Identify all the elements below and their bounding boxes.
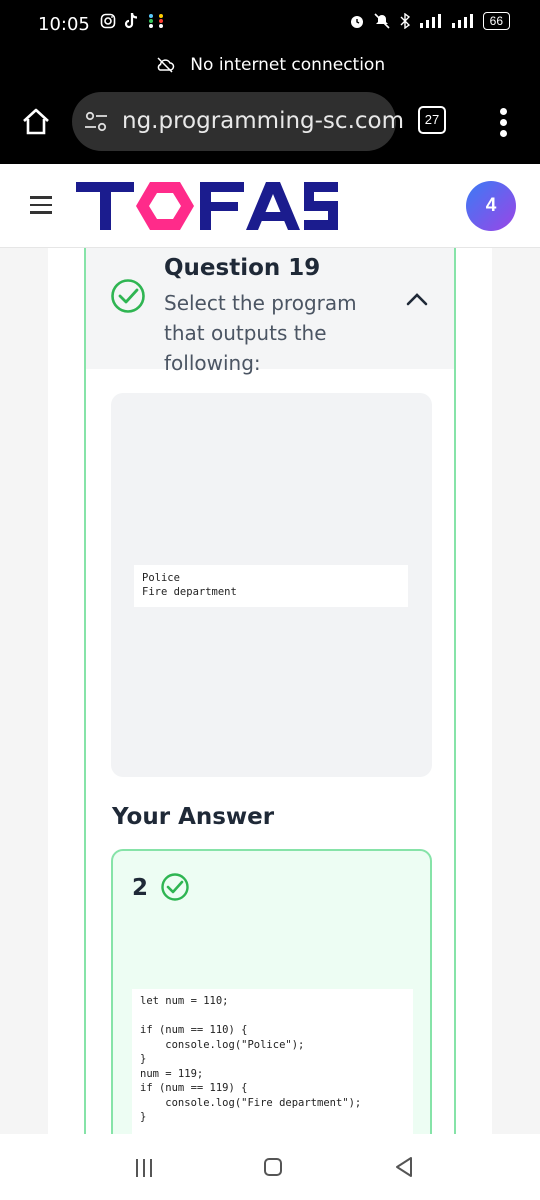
- status-time: 10:05: [38, 14, 90, 35]
- tiktok-icon: [124, 12, 138, 29]
- question-header[interactable]: Question 19 Select the program that outp…: [86, 248, 454, 375]
- status-left-icons: [100, 12, 164, 30]
- answer-number: 2: [132, 875, 149, 901]
- home-icon[interactable]: [20, 106, 52, 138]
- recents-button[interactable]: [136, 1159, 154, 1177]
- page-content: Question 19 Select the program that outp…: [0, 248, 540, 1134]
- question-title: Question 19: [164, 255, 321, 281]
- user-avatar[interactable]: 4: [466, 181, 516, 231]
- answer-code: let num = 110; if (num == 110) { console…: [132, 989, 413, 1134]
- no-internet-banner: No internet connection: [0, 50, 540, 80]
- hamburger-menu-icon[interactable]: [30, 196, 52, 214]
- status-right-icons: 66: [349, 12, 510, 30]
- tofas-logo[interactable]: [76, 178, 338, 234]
- correct-check-icon: [111, 279, 145, 313]
- expected-output-text: Police Fire department: [134, 565, 408, 607]
- expected-output-box: Police Fire department: [111, 393, 432, 777]
- question-card: Question 19 Select the program that outp…: [84, 248, 456, 1134]
- dots-grid-icon: [149, 14, 163, 28]
- signal-icon-2: [451, 14, 473, 28]
- your-answer-heading: Your Answer: [112, 804, 275, 830]
- alarm-icon: [350, 16, 363, 28]
- tab-switcher-button[interactable]: 27: [418, 106, 446, 134]
- status-bar: 10:05 66: [0, 0, 540, 50]
- more-options-icon[interactable]: [495, 106, 511, 138]
- site-settings-icon[interactable]: [84, 111, 108, 133]
- mute-icon: [374, 13, 390, 29]
- site-header: [0, 164, 540, 248]
- browser-toolbar: ng.programming-sc.com 27: [0, 80, 540, 164]
- instagram-icon: [100, 13, 116, 29]
- url-text[interactable]: ng.programming-sc.com: [122, 108, 404, 134]
- signal-icon: [419, 14, 441, 28]
- battery-indicator: 66: [482, 12, 510, 30]
- cloud-off-icon: [157, 57, 175, 73]
- no-internet-text: No internet connection: [190, 55, 386, 75]
- question-prompt: Select the program that outputs the foll…: [164, 291, 357, 375]
- chevron-up-icon[interactable]: [406, 292, 428, 306]
- correct-check-icon: [161, 873, 189, 901]
- answer-option[interactable]: 2 let num = 110; if (num == 110) { conso…: [111, 849, 432, 1134]
- system-navigation-bar: [0, 1134, 540, 1200]
- address-bar[interactable]: ng.programming-sc.com: [72, 92, 404, 151]
- bluetooth-icon: [400, 13, 410, 29]
- back-icon[interactable]: [394, 1156, 414, 1178]
- home-button[interactable]: [264, 1158, 282, 1176]
